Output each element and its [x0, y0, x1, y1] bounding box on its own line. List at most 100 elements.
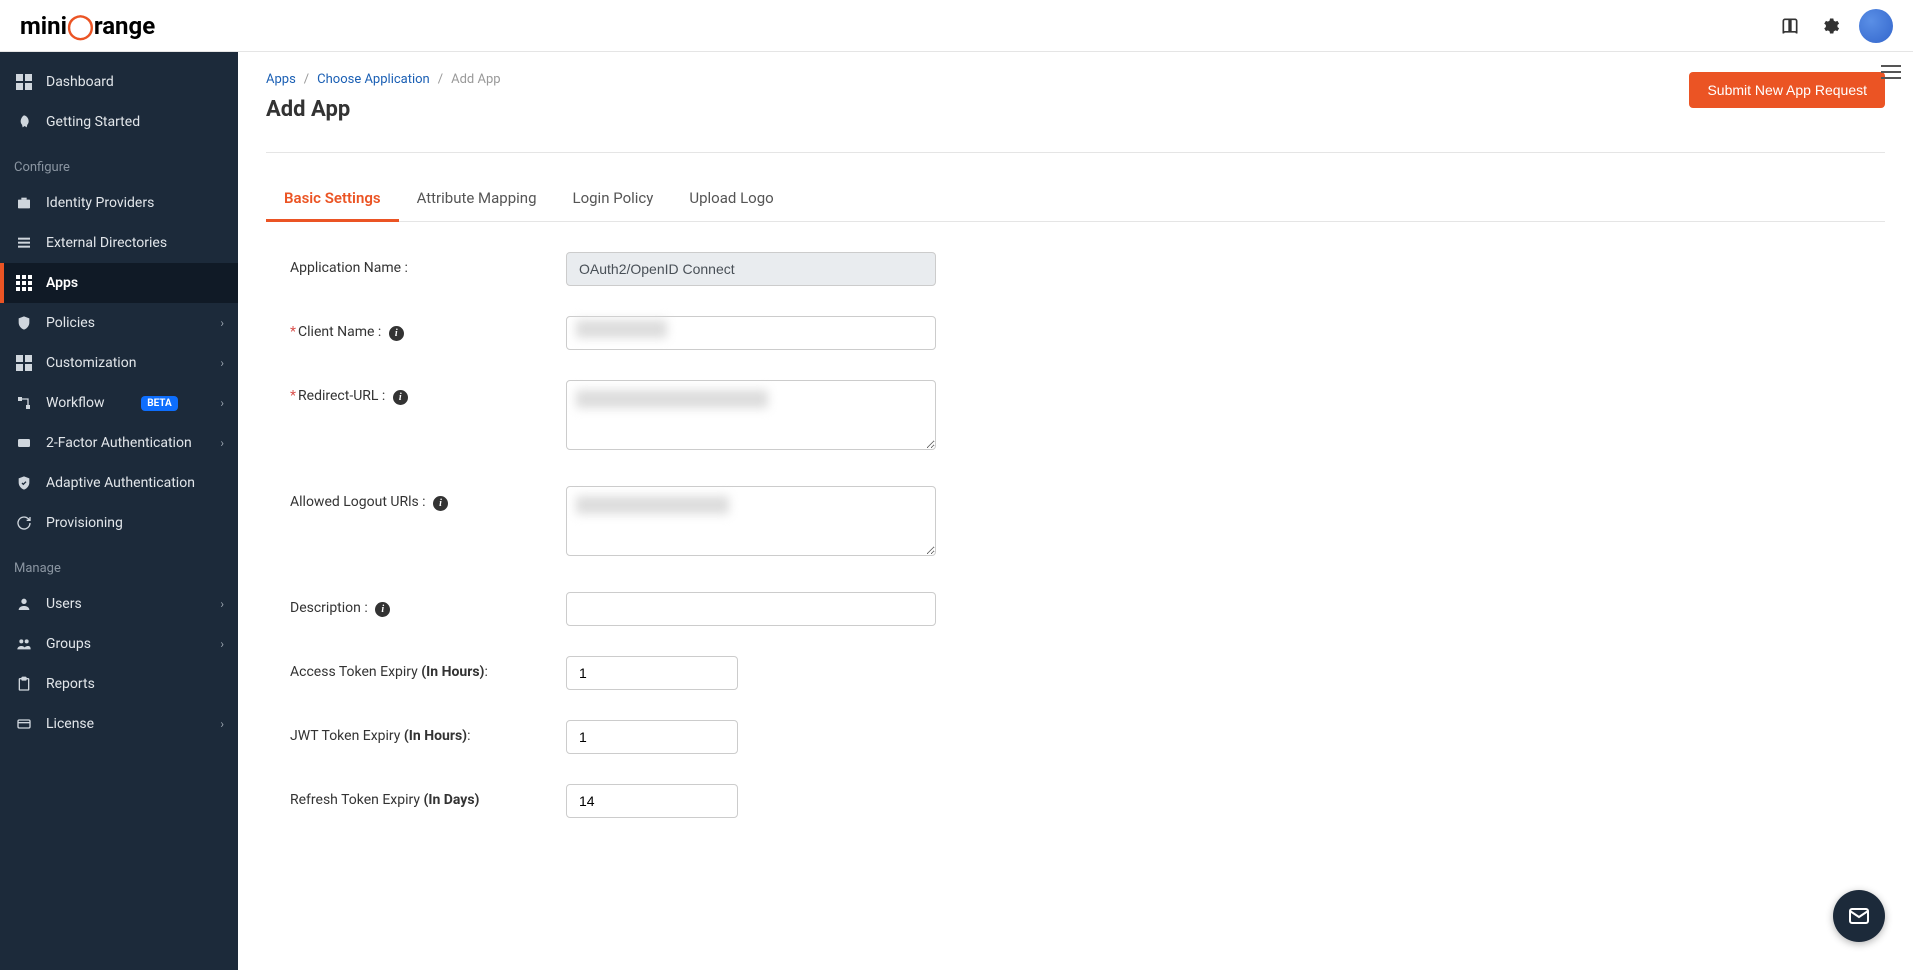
- breadcrumb-sep: /: [304, 72, 309, 87]
- tab-login-policy[interactable]: Login Policy: [555, 177, 672, 221]
- sidebar-item-label: Apps: [46, 275, 78, 291]
- tabs: Basic Settings Attribute Mapping Login P…: [266, 177, 1885, 222]
- sidebar-item-external-directories[interactable]: External Directories: [0, 223, 238, 263]
- sidebar-item-groups[interactable]: Groups ›: [0, 624, 238, 664]
- sidebar-item-getting-started[interactable]: Getting Started: [0, 102, 238, 142]
- dashboard-icon: [14, 72, 34, 92]
- sidebar-item-label: 2-Factor Authentication: [46, 435, 192, 451]
- two-factor-icon: [14, 433, 34, 453]
- sidebar-item-customization[interactable]: Customization ›: [0, 343, 238, 383]
- sidebar-item-provisioning[interactable]: Provisioning: [0, 503, 238, 543]
- sidebar: Dashboard Getting Started Configure Iden…: [0, 52, 238, 970]
- breadcrumb: Apps / Choose Application / Add App: [266, 72, 501, 87]
- tab-attribute-mapping[interactable]: Attribute Mapping: [399, 177, 555, 221]
- logout-urls-input[interactable]: [566, 486, 936, 556]
- clipboard-icon: [14, 674, 34, 694]
- rocket-icon: [14, 112, 34, 132]
- sidebar-item-label: Policies: [46, 315, 95, 331]
- info-icon[interactable]: i: [393, 390, 408, 405]
- docs-icon[interactable]: [1779, 15, 1801, 37]
- sidebar-item-label: Workflow: [46, 395, 105, 411]
- redirect-url-input[interactable]: [566, 380, 936, 450]
- info-icon[interactable]: i: [389, 326, 404, 341]
- sidebar-item-adaptive-auth[interactable]: Adaptive Authentication: [0, 463, 238, 503]
- chevron-right-icon: ›: [220, 356, 224, 370]
- sidebar-item-label: Dashboard: [46, 74, 114, 90]
- list-icon: [14, 233, 34, 253]
- workflow-icon: [14, 393, 34, 413]
- sidebar-section-configure: Configure: [0, 142, 238, 183]
- shield-search-icon: [14, 313, 34, 333]
- jwt-token-expiry-input[interactable]: [566, 720, 738, 754]
- info-icon[interactable]: i: [433, 496, 448, 511]
- tab-upload-logo[interactable]: Upload Logo: [671, 177, 791, 221]
- label-refresh-token-expiry: Refresh Token Expiry (In Days): [266, 784, 566, 808]
- chevron-right-icon: ›: [220, 637, 224, 651]
- label-application-name: Application Name :: [266, 252, 566, 276]
- client-name-input[interactable]: [566, 316, 936, 350]
- group-icon: [14, 634, 34, 654]
- main-content: Apps / Choose Application / Add App Add …: [238, 52, 1913, 970]
- beta-badge: BETA: [141, 396, 178, 411]
- tab-basic-settings[interactable]: Basic Settings: [266, 177, 399, 222]
- shield-check-icon: [14, 473, 34, 493]
- sidebar-item-label: Provisioning: [46, 515, 123, 531]
- topbar: mini◯range: [0, 0, 1913, 52]
- breadcrumb-apps[interactable]: Apps: [266, 72, 296, 87]
- submit-new-app-request-button[interactable]: Submit New App Request: [1689, 72, 1885, 108]
- breadcrumb-current: Add App: [451, 72, 500, 87]
- application-name-input: [566, 252, 936, 286]
- label-jwt-token-expiry: JWT Token Expiry (In Hours):: [266, 720, 566, 744]
- sidebar-section-manage: Manage: [0, 543, 238, 584]
- brand-logo[interactable]: mini◯range: [20, 12, 155, 40]
- chevron-right-icon: ›: [220, 597, 224, 611]
- chevron-right-icon: ›: [220, 436, 224, 450]
- sidebar-item-identity-providers[interactable]: Identity Providers: [0, 183, 238, 223]
- sidebar-item-label: Getting Started: [46, 114, 140, 130]
- label-description: Description : i: [266, 592, 566, 617]
- form-basic-settings: Application Name : *Client Name : i reda…: [266, 222, 1885, 818]
- contact-fab[interactable]: [1833, 890, 1885, 942]
- collapse-panel-icon[interactable]: [1881, 64, 1901, 80]
- divider: [266, 152, 1885, 153]
- briefcase-icon: [14, 193, 34, 213]
- sidebar-item-label: External Directories: [46, 235, 167, 251]
- label-redirect-url: *Redirect-URL : i: [266, 380, 566, 405]
- chevron-right-icon: ›: [220, 717, 224, 731]
- info-icon[interactable]: i: [375, 602, 390, 617]
- user-icon: [14, 594, 34, 614]
- customization-icon: [14, 353, 34, 373]
- sidebar-item-apps[interactable]: Apps: [0, 263, 238, 303]
- sidebar-item-label: Adaptive Authentication: [46, 475, 195, 491]
- sidebar-item-reports[interactable]: Reports: [0, 664, 238, 704]
- sidebar-item-2fa[interactable]: 2-Factor Authentication ›: [0, 423, 238, 463]
- card-icon: [14, 714, 34, 734]
- sidebar-item-dashboard[interactable]: Dashboard: [0, 62, 238, 102]
- sidebar-item-users[interactable]: Users ›: [0, 584, 238, 624]
- gear-icon[interactable]: [1819, 15, 1841, 37]
- sidebar-item-label: Groups: [46, 636, 91, 652]
- access-token-expiry-input[interactable]: [566, 656, 738, 690]
- label-client-name: *Client Name : i: [266, 316, 566, 341]
- breadcrumb-choose-application[interactable]: Choose Application: [317, 72, 430, 87]
- breadcrumb-sep: /: [438, 72, 443, 87]
- sidebar-item-label: License: [46, 716, 94, 732]
- avatar[interactable]: [1859, 9, 1893, 43]
- mail-icon: [1847, 904, 1871, 928]
- sidebar-item-workflow[interactable]: Workflow BETA ›: [0, 383, 238, 423]
- label-logout-urls: Allowed Logout URls : i: [266, 486, 566, 511]
- sync-icon: [14, 513, 34, 533]
- sidebar-item-policies[interactable]: Policies ›: [0, 303, 238, 343]
- label-access-token-expiry: Access Token Expiry (In Hours):: [266, 656, 566, 680]
- topbar-right: [1779, 9, 1893, 43]
- description-input[interactable]: [566, 592, 936, 626]
- apps-grid-icon: [14, 273, 34, 293]
- chevron-right-icon: ›: [220, 316, 224, 330]
- refresh-token-expiry-input[interactable]: [566, 784, 738, 818]
- chevron-right-icon: ›: [220, 396, 224, 410]
- sidebar-item-label: Reports: [46, 676, 95, 692]
- sidebar-item-license[interactable]: License ›: [0, 704, 238, 744]
- page-title: Add App: [266, 97, 501, 122]
- sidebar-item-label: Identity Providers: [46, 195, 154, 211]
- sidebar-item-label: Customization: [46, 355, 136, 371]
